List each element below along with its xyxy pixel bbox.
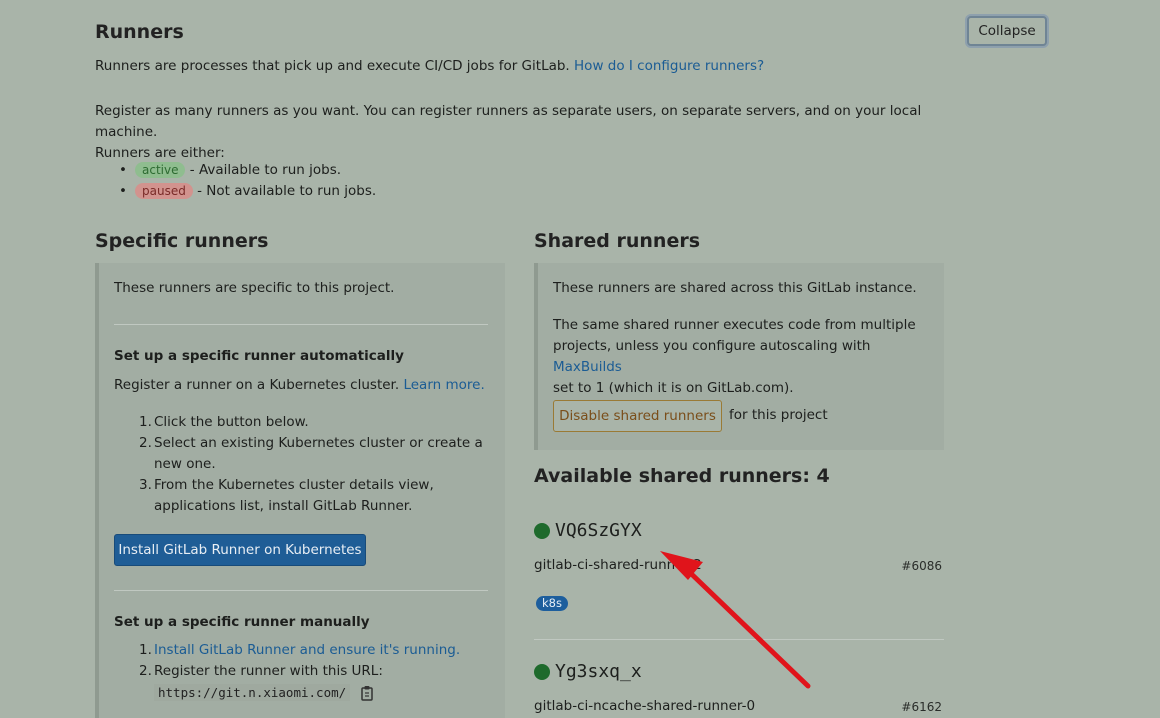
install-runner-link[interactable]: Install GitLab Runner and ensure it's ru… [154,642,460,658]
step-text-cont: applications list, install GitLab Runner… [154,498,413,514]
runner-status-online-icon [534,664,550,680]
learn-more-link[interactable]: Learn more. [403,377,484,393]
specific-divider-1 [114,324,488,325]
runner-name[interactable]: VQ6SzGYX [555,520,642,541]
shared-desc-line-2-text: projects, unless you configure autoscali… [553,338,871,354]
auto-setup-desc: Register a runner on a Kubernetes cluste… [114,375,485,396]
specific-divider-2 [114,590,488,591]
state-paused-text: - Not available to run jobs. [197,183,377,199]
manual-step-1: 1. Install GitLab Runner and ensure it's… [114,640,494,661]
auto-step-2: 2. Select an existing Kubernetes cluster… [114,433,494,475]
install-runner-kubernetes-button[interactable]: Install GitLab Runner on Kubernetes [114,534,366,566]
runner-description: gitlab-ci-shared-runner-2 [534,557,702,573]
register-line-1: Register as many runners as you want. Yo… [95,103,922,140]
step-text: Select an existing Kubernetes cluster or… [154,435,483,451]
state-active-text: - Available to run jobs. [189,162,342,178]
step-number: 2. [139,663,152,679]
copy-clipboard-icon[interactable] [360,685,374,701]
runner-item: VQ6SzGYX gitlab-ci-shared-runner-2 #6086… [534,520,944,620]
page-title: Runners [95,21,184,43]
auto-step-1: 1. Click the button below. [114,412,494,433]
active-badge: active [135,162,186,178]
manual-step-2: 2. Register the runner with this URL: [114,661,494,682]
maxbuilds-link[interactable]: MaxBuilds [553,359,622,375]
step-number: 1. [139,414,152,430]
runner-id: #6162 [901,700,942,714]
disable-suffix-text: for this project [729,407,828,423]
manual-steps-list: 1. Install GitLab Runner and ensure it's… [114,640,494,682]
runner-description: gitlab-ci-ncache-shared-runner-0 [534,698,756,714]
auto-step-3: 3. From the Kubernetes cluster details v… [114,475,494,517]
collapse-button[interactable]: Collapse [967,16,1047,46]
shared-runners-title: Shared runners [534,230,701,252]
state-paused-item: paused - Not available to run jobs. [95,181,376,202]
runner-states-list: active - Available to run jobs. paused -… [95,160,376,202]
runner-name[interactable]: Yg3sxq_x [555,661,642,682]
runners-intro: Runners are processes that pick up and e… [95,56,764,77]
runner-item: Yg3sxq_x gitlab-ci-ncache-shared-runner-… [534,661,944,718]
runner-id: #6086 [901,559,942,573]
step-number: 1. [139,642,152,658]
registration-url-row: https://git.n.xiaomi.com/ [154,684,374,701]
shared-desc-line-2: projects, unless you configure autoscali… [553,336,933,378]
step-number: 2. [139,435,152,451]
paused-badge: paused [135,183,193,199]
step-text: Click the button below. [154,414,309,430]
shared-desc-line-1: The same shared runner executes code fro… [553,317,916,333]
shared-desc-line-3: set to 1 (which it is on GitLab.com). [553,380,794,396]
step-text: Register the runner with this URL: [154,663,383,679]
specific-runners-title: Specific runners [95,230,269,252]
runner-status-online-icon [534,523,550,539]
register-text: Register as many runners as you want. Yo… [95,101,935,164]
specific-desc: These runners are specific to this proje… [114,280,395,296]
shared-desc-2: The same shared runner executes code fro… [553,315,933,399]
state-active-item: active - Available to run jobs. [95,160,376,181]
runner-tag: k8s [536,596,568,611]
step-text-cont: new one. [154,456,216,472]
step-number: 3. [139,477,152,493]
manual-setup-title: Set up a specific runner manually [114,614,370,630]
runner-divider [534,639,944,640]
auto-setup-desc-text: Register a runner on a Kubernetes cluste… [114,377,400,393]
runners-intro-text: Runners are processes that pick up and e… [95,58,570,74]
available-shared-runners-title: Available shared runners: 4 [534,465,830,487]
auto-setup-title: Set up a specific runner automatically [114,348,404,364]
registration-url: https://git.n.xiaomi.com/ [154,684,351,701]
shared-desc: These runners are shared across this Git… [553,280,917,296]
auto-steps-list: 1. Click the button below. 2. Select an … [114,412,494,517]
step-text: From the Kubernetes cluster details view… [154,477,434,493]
disable-shared-runners-button[interactable]: Disable shared runners [553,400,722,432]
configure-runners-link[interactable]: How do I configure runners? [574,58,764,74]
